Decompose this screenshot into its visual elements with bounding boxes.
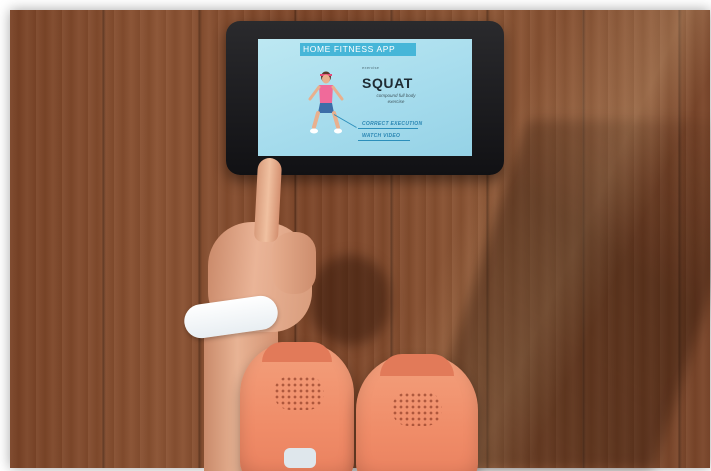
left-sneaker-mesh: [274, 376, 324, 410]
squat-figure-illustration: [308, 71, 344, 134]
watch-video-link[interactable]: WATCH VIDEO: [362, 133, 400, 139]
hand-shadow: [310, 255, 390, 345]
exercise-description: compound full body exercise: [376, 93, 416, 104]
photo-scene: HOME FITNESS APP exercise SQUAT compound…: [0, 0, 711, 471]
pointing-finger: [253, 157, 283, 243]
link-underline-1: [358, 128, 418, 129]
correct-execution-link[interactable]: CORRECT EXECUTION: [362, 121, 422, 127]
right-sneaker-collar: [380, 354, 454, 376]
right-sneaker-mesh: [392, 392, 442, 426]
tablet-screen[interactable]: HOME FITNESS APP exercise SQUAT compound…: [258, 39, 472, 156]
link-underline-2: [358, 140, 410, 141]
hand-knuckles: [272, 232, 316, 294]
left-sneaker-collar: [262, 342, 332, 362]
shoe-tag: [284, 448, 316, 468]
exercise-name: SQUAT: [362, 75, 413, 91]
app-title: HOME FITNESS APP: [303, 44, 396, 54]
tablet-device: HOME FITNESS APP exercise SQUAT compound…: [226, 21, 504, 175]
app-title-bar: HOME FITNESS APP: [300, 43, 416, 56]
exercise-label: exercise: [362, 65, 380, 70]
